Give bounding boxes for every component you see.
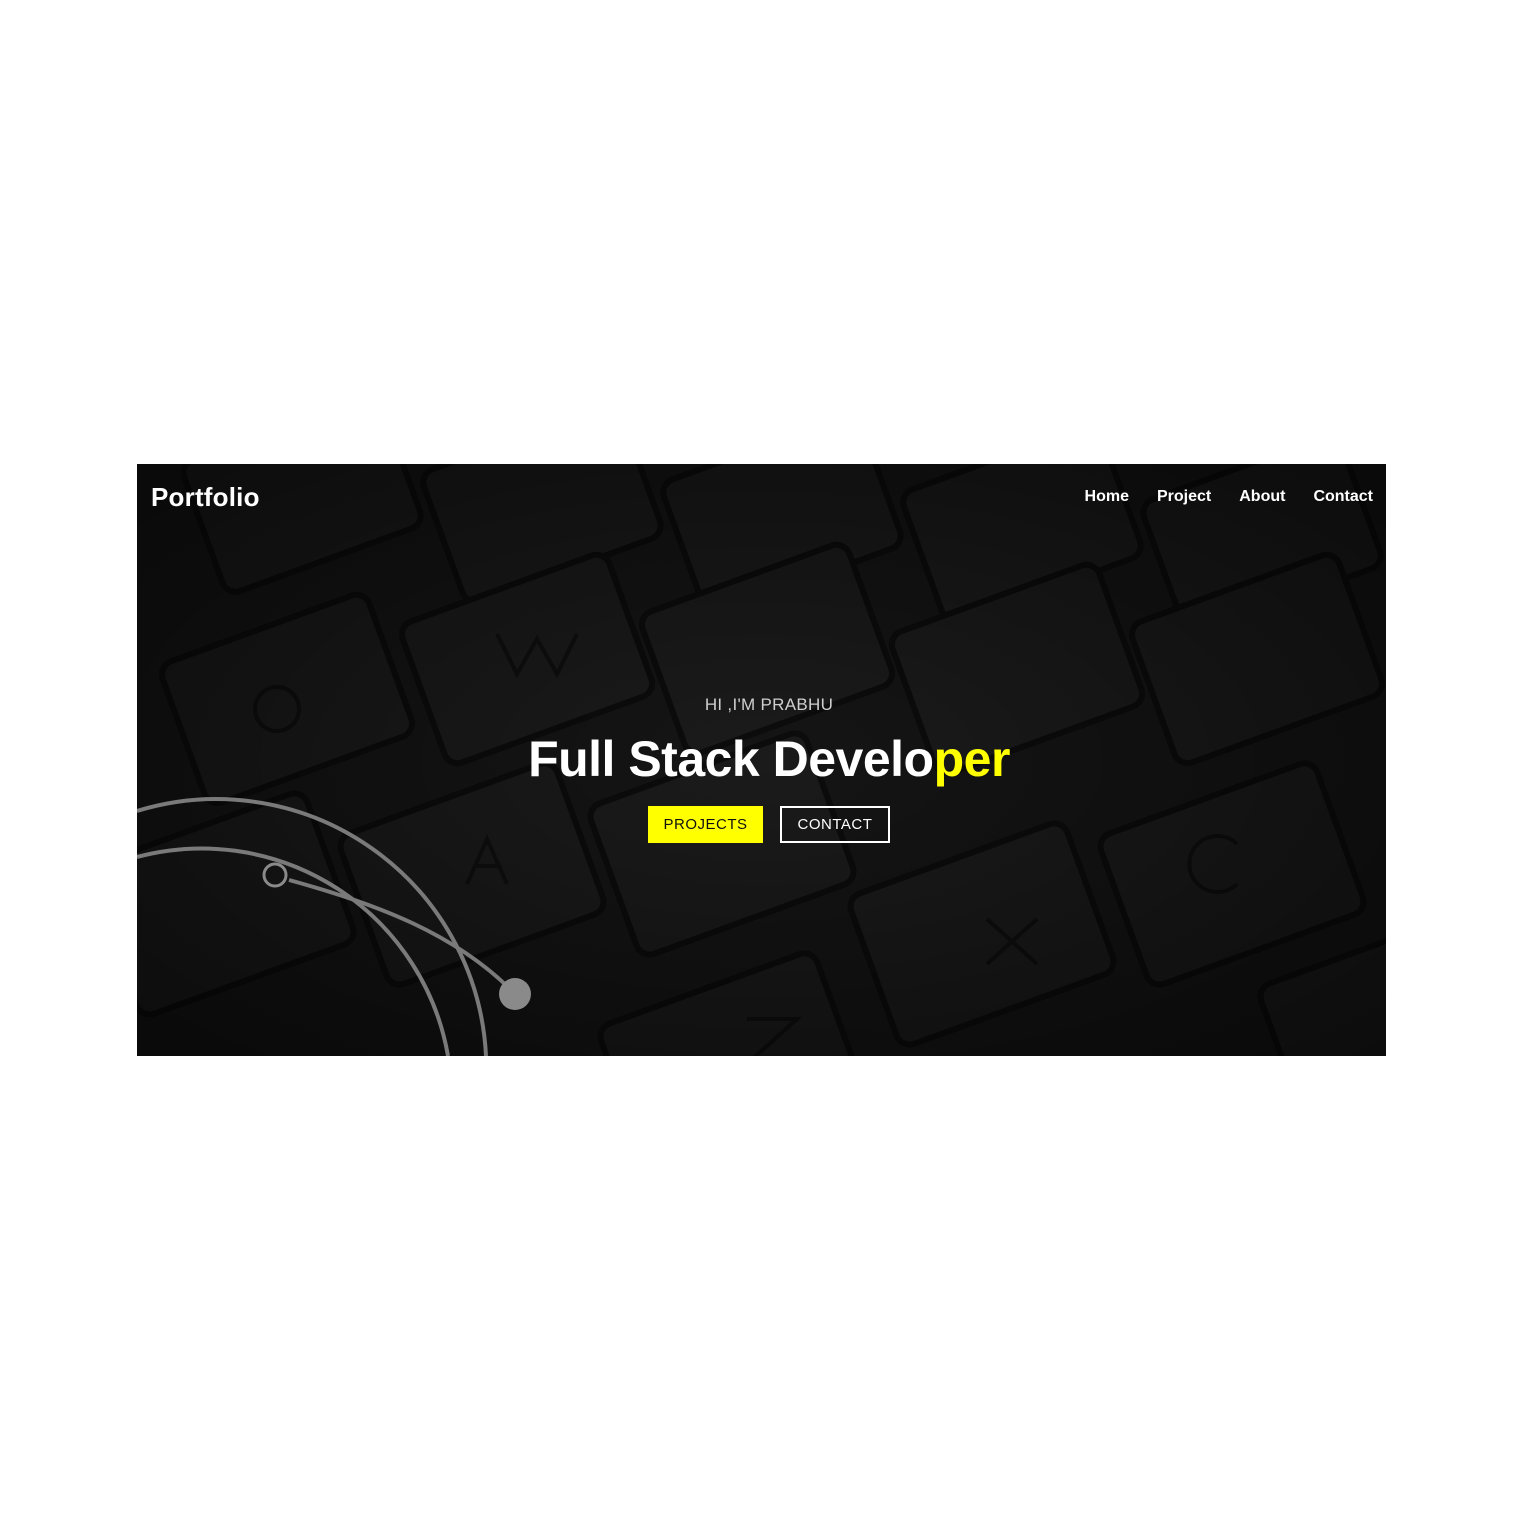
main-nav: Home Project About Contact: [1085, 488, 1373, 506]
nav-home[interactable]: Home: [1085, 488, 1129, 506]
brand-logo[interactable]: Portfolio: [151, 482, 260, 513]
headline-main-text: Full Stack Develo: [528, 731, 934, 787]
nav-contact[interactable]: Contact: [1313, 488, 1373, 506]
projects-button[interactable]: PROJECTS: [648, 806, 763, 843]
orbit-dot-node: [499, 978, 531, 1010]
nav-project[interactable]: Project: [1157, 488, 1211, 506]
hero-headline: Full Stack Developer: [137, 730, 1386, 788]
nav-about[interactable]: About: [1239, 488, 1285, 506]
hero-greeting: HI ,I'M PRABHU: [704, 695, 834, 714]
hero-section: Portfolio Home Project About Contact HI …: [137, 464, 1386, 1056]
headline-highlight-text: per: [933, 731, 1011, 787]
contact-button[interactable]: CONTACT: [780, 806, 890, 843]
